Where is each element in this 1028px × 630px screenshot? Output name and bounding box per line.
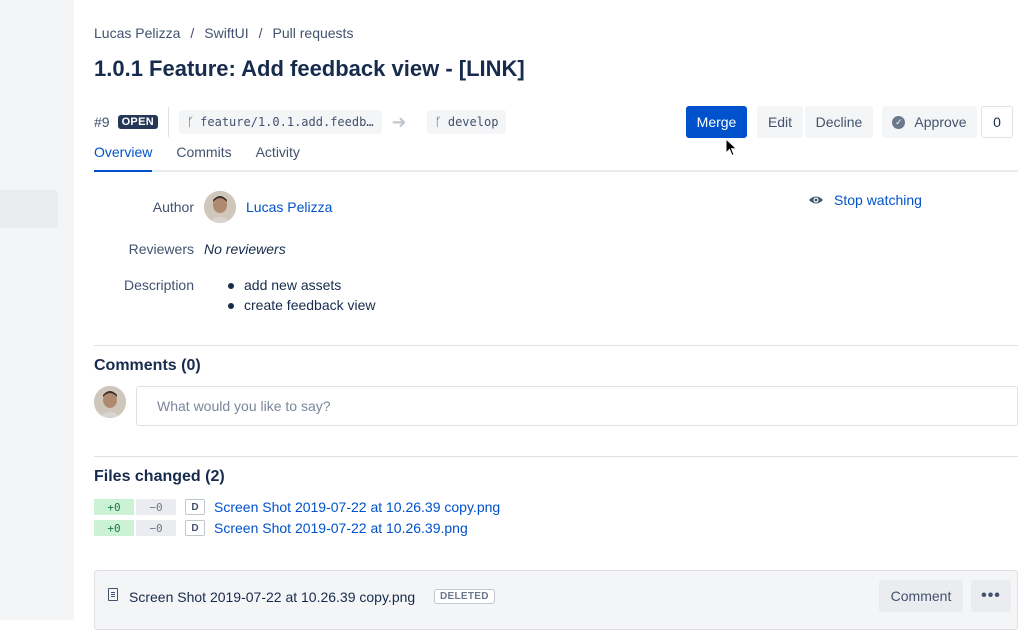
edit-button[interactable]: Edit (757, 106, 803, 138)
branch-icon: ᚴ (186, 115, 195, 129)
decline-button[interactable]: Decline (805, 106, 873, 138)
merge-button[interactable]: Merge (686, 106, 747, 138)
breadcrumb-item-repo[interactable]: SwiftUI (204, 25, 248, 41)
avatar (94, 386, 126, 418)
comment-input[interactable] (136, 386, 1018, 426)
target-branch[interactable]: ᚴ develop (426, 110, 507, 134)
description-label: Description (123, 277, 194, 293)
comment-button[interactable]: Comment (879, 580, 963, 612)
file-icon (108, 588, 118, 601)
target-branch-name: develop (447, 115, 499, 129)
added-lines: +0 (94, 499, 134, 515)
source-branch[interactable]: ᚴ feature/1.0.1.add.feedb… (178, 110, 382, 134)
tab-bar: Overview Commits Activity (94, 144, 1018, 172)
file-diff-name: Screen Shot 2019-07-22 at 10.26.39 copy.… (129, 589, 416, 605)
branch-icon: ᚴ (434, 115, 442, 129)
comments-title: Comments (0) (94, 357, 201, 374)
approve-label: Approve (914, 114, 967, 130)
stop-watching-link[interactable]: Stop watching (808, 192, 922, 208)
divider (167, 107, 169, 137)
pr-number: #9 (94, 114, 110, 130)
source-branch-name: feature/1.0.1.add.feedb… (200, 115, 374, 129)
removed-lines: −0 (136, 520, 176, 536)
left-sidebar (0, 0, 74, 620)
file-diff-header: Screen Shot 2019-07-22 at 10.26.39 copy.… (94, 570, 1018, 630)
page-title: 1.0.1 Feature: Add feedback view - [LINK… (94, 56, 525, 81)
deleted-badge: DELETED (434, 589, 495, 604)
file-link[interactable]: Screen Shot 2019-07-22 at 10.26.39 copy.… (214, 499, 500, 515)
breadcrumb: Lucas Pelizza / SwiftUI / Pull requests (94, 25, 353, 41)
pr-actions: Merge Edit Decline ✓ Approve 0 (686, 106, 1013, 138)
approve-button[interactable]: ✓ Approve (882, 106, 977, 138)
description-item: add new assets (228, 276, 376, 296)
avatar[interactable] (204, 191, 236, 223)
list-item: +0 −0 D Screen Shot 2019-07-22 at 10.26.… (94, 520, 468, 536)
sidebar-selected-item[interactable] (0, 190, 58, 228)
list-item: +0 −0 D Screen Shot 2019-07-22 at 10.26.… (94, 499, 500, 515)
author-name-link[interactable]: Lucas Pelizza (246, 199, 332, 215)
status-badge: OPEN (117, 115, 158, 129)
breadcrumb-item-user[interactable]: Lucas Pelizza (94, 25, 180, 41)
divider (94, 456, 1018, 457)
file-status-tag: D (185, 499, 205, 515)
breadcrumb-separator: / (190, 25, 195, 41)
removed-lines: −0 (136, 499, 176, 515)
reviewers-value: No reviewers (204, 241, 286, 257)
added-lines: +0 (94, 520, 134, 536)
reviewers-label: Reviewers (128, 241, 194, 257)
tab-activity[interactable]: Activity (256, 144, 300, 170)
tab-overview[interactable]: Overview (94, 144, 153, 172)
breadcrumb-separator: / (258, 25, 263, 41)
files-changed-title: Files changed (2) (94, 468, 225, 485)
more-icon[interactable]: ••• (971, 580, 1011, 612)
stop-watching-label: Stop watching (834, 192, 922, 208)
pr-meta: #9 OPEN ᚴ feature/1.0.1.add.feedb… ➜ ᚴ d… (94, 107, 507, 137)
divider (94, 345, 1018, 346)
check-circle-icon: ✓ (892, 115, 906, 129)
description-item: create feedback view (228, 296, 376, 316)
eye-icon (809, 196, 823, 204)
approve-count: 0 (981, 106, 1013, 138)
tab-commits[interactable]: Commits (176, 144, 231, 170)
author-label: Author (152, 199, 194, 215)
arrow-right-icon: ➜ (391, 111, 407, 132)
file-status-tag: D (185, 520, 205, 536)
breadcrumb-item-pull-requests[interactable]: Pull requests (273, 25, 354, 41)
description-list: add new assets create feedback view (228, 276, 376, 316)
file-link[interactable]: Screen Shot 2019-07-22 at 10.26.39.png (214, 520, 468, 536)
